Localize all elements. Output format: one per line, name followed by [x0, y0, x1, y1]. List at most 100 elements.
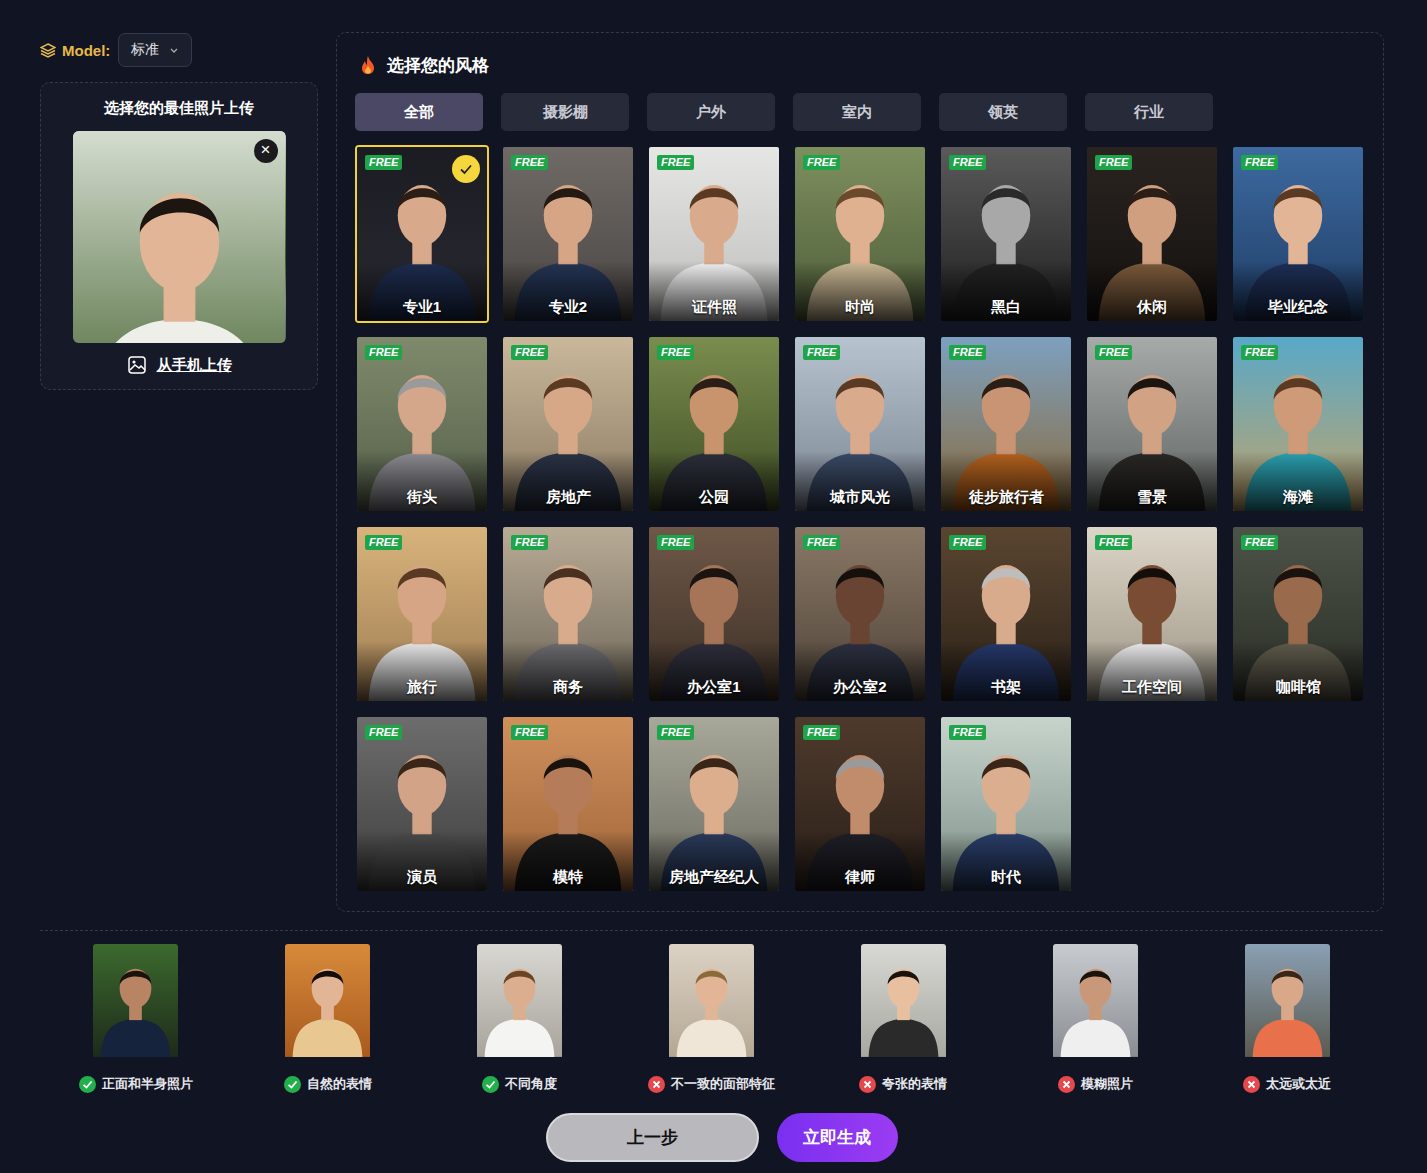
person-photo — [73, 131, 286, 343]
chevron-down-icon — [169, 45, 179, 55]
person-photo — [1053, 944, 1138, 1067]
style-card[interactable]: FREE时尚 — [793, 145, 927, 323]
style-tabs: 全部摄影棚户外室内领英行业 — [355, 93, 1365, 131]
style-tab[interactable]: 领英 — [939, 93, 1067, 131]
free-badge: FREE — [1095, 535, 1132, 550]
error-cross-icon — [648, 1076, 665, 1093]
tip-label: 不一致的面部特征 — [648, 1075, 775, 1093]
tip-item: 不一致的面部特征 — [616, 944, 808, 1093]
upload-card: 选择您的最佳照片上传× 从手机上传 — [40, 82, 318, 390]
upload-title: 选择您的最佳照片上传 — [104, 99, 254, 119]
tip-photo — [93, 944, 178, 1067]
style-card[interactable]: FREE工作空间 — [1085, 525, 1219, 703]
free-badge: FREE — [365, 155, 402, 170]
person-photo — [285, 944, 370, 1067]
style-card[interactable]: FREE 海滩 — [1231, 335, 1365, 513]
left-column: Model:标准选择您的最佳照片上传×从手机上传 — [40, 32, 318, 912]
uploaded-photo: × — [73, 131, 286, 343]
tip-label: 太远或太近 — [1243, 1075, 1331, 1093]
style-card[interactable]: FREE商务 — [501, 525, 635, 703]
style-tab[interactable]: 全部 — [355, 93, 483, 131]
free-badge: FREE — [657, 725, 694, 740]
style-card[interactable]: FREE 房地产经纪人 — [647, 715, 781, 893]
style-card[interactable]: FREE 演员 — [355, 715, 489, 893]
free-badge: FREE — [511, 345, 548, 360]
free-badge: FREE — [1241, 345, 1278, 360]
style-label: 演员 — [357, 868, 487, 887]
style-tab[interactable]: 户外 — [647, 93, 775, 131]
free-badge: FREE — [949, 535, 986, 550]
style-card[interactable]: FREE 毕业纪念 — [1231, 145, 1365, 323]
style-label: 专业1 — [357, 298, 487, 317]
style-card[interactable]: FREE 模特 — [501, 715, 635, 893]
error-cross-icon — [1243, 1076, 1260, 1093]
free-badge: FREE — [803, 725, 840, 740]
style-card[interactable]: FREE旅行 — [355, 525, 489, 703]
tip-item: 夸张的表情 — [807, 944, 999, 1093]
tip-photo — [285, 944, 370, 1067]
tip-item: 模糊照片 — [999, 944, 1191, 1093]
free-badge: FREE — [949, 725, 986, 740]
style-card[interactable]: FREE办公室2 — [793, 525, 927, 703]
free-badge: FREE — [657, 345, 694, 360]
style-label: 模特 — [503, 868, 633, 887]
style-tab[interactable]: 摄影棚 — [501, 93, 629, 131]
style-card[interactable]: FREE城市风光 — [793, 335, 927, 513]
upload-from-phone-link[interactable]: 从手机上传 — [127, 355, 232, 375]
style-card[interactable]: FREE 街头 — [355, 335, 489, 513]
back-button[interactable]: 上一步 — [546, 1113, 759, 1162]
style-card[interactable]: FREE咖啡馆 — [1231, 525, 1365, 703]
style-card[interactable]: FREE专业2 — [501, 145, 635, 323]
free-badge: FREE — [657, 535, 694, 550]
style-card[interactable]: FREE 黑白 — [939, 145, 1073, 323]
style-tab[interactable]: 室内 — [793, 93, 921, 131]
free-badge: FREE — [365, 345, 402, 360]
free-badge: FREE — [1241, 155, 1278, 170]
style-label: 毕业纪念 — [1233, 298, 1363, 317]
style-label: 时尚 — [795, 298, 925, 317]
style-label: 黑白 — [941, 298, 1071, 317]
fire-icon — [359, 55, 377, 75]
style-label: 律师 — [795, 868, 925, 887]
image-icon — [127, 355, 147, 375]
free-badge: FREE — [657, 155, 694, 170]
person-photo — [1245, 944, 1330, 1067]
style-card[interactable]: FREE办公室1 — [647, 525, 781, 703]
person-photo — [861, 944, 946, 1067]
style-card[interactable]: FREE 证件照 — [647, 145, 781, 323]
free-badge: FREE — [949, 345, 986, 360]
free-badge: FREE — [1095, 155, 1132, 170]
style-card[interactable]: FREE休闲 — [1085, 145, 1219, 323]
style-card[interactable]: FREE时代 — [939, 715, 1073, 893]
tip-item: 太远或太近 — [1191, 944, 1383, 1093]
tip-photo — [1245, 944, 1330, 1067]
ok-check-icon — [284, 1076, 301, 1093]
style-card[interactable]: FREE徒步旅行者 — [939, 335, 1073, 513]
style-label: 街头 — [357, 488, 487, 507]
generate-button[interactable]: 立即生成 — [777, 1113, 898, 1162]
ok-check-icon — [482, 1076, 499, 1093]
model-dropdown[interactable]: 标准 — [118, 33, 192, 67]
style-label: 专业2 — [503, 298, 633, 317]
style-card[interactable]: FREE 公园 — [647, 335, 781, 513]
style-label: 办公室2 — [795, 678, 925, 697]
style-label: 公园 — [649, 488, 779, 507]
style-card[interactable]: FREE雪景 — [1085, 335, 1219, 513]
style-card[interactable]: FREE 专业1 — [355, 145, 489, 323]
free-badge: FREE — [949, 155, 986, 170]
style-card[interactable]: FREE书架 — [939, 525, 1073, 703]
style-tab[interactable]: 行业 — [1085, 93, 1213, 131]
style-card[interactable]: FREE 律师 — [793, 715, 927, 893]
tip-item: 正面和半身照片 — [40, 944, 232, 1093]
free-badge: FREE — [365, 725, 402, 740]
tip-label: 不同角度 — [482, 1075, 557, 1093]
remove-photo-button[interactable]: × — [254, 139, 278, 163]
free-badge: FREE — [1241, 535, 1278, 550]
style-card[interactable]: FREE房地产 — [501, 335, 635, 513]
style-label: 房地产经纪人 — [649, 868, 779, 887]
free-badge: FREE — [511, 725, 548, 740]
style-label: 证件照 — [649, 298, 779, 317]
style-label: 旅行 — [357, 678, 487, 697]
person-photo — [669, 944, 754, 1067]
style-label: 海滩 — [1233, 488, 1363, 507]
